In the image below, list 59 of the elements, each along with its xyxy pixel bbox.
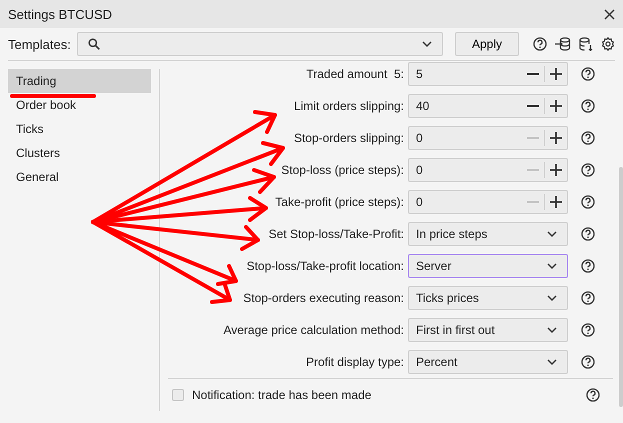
- setting-label: Limit orders slipping:: [292, 99, 405, 113]
- plus-icon[interactable]: [550, 68, 562, 80]
- chevron-down-icon: [547, 295, 557, 301]
- dropdown[interactable]: Server: [408, 254, 568, 278]
- setting-label: Stop-loss/Take-profit location:: [246, 259, 405, 273]
- help-icon[interactable]: [581, 259, 595, 273]
- number-field[interactable]: 40: [408, 94, 568, 118]
- setting-label: Traded amount 5:: [305, 67, 405, 81]
- help-icon[interactable]: [581, 195, 595, 209]
- help-icon[interactable]: [581, 227, 595, 241]
- sidebar-item[interactable]: Trading: [8, 69, 151, 93]
- number-field[interactable]: 0: [408, 158, 568, 182]
- scrollbar[interactable]: [619, 167, 623, 407]
- dropdown[interactable]: Percent: [408, 350, 568, 374]
- help-icon[interactable]: [581, 99, 595, 113]
- chevron-down-icon: [422, 41, 432, 47]
- setting-label: Stop-loss (price steps):: [280, 163, 405, 177]
- chevron-down-icon: [547, 231, 557, 237]
- apply-button[interactable]: Apply: [455, 32, 519, 56]
- database-import-icon[interactable]: [555, 37, 571, 51]
- window-title: Settings BTCUSD: [8, 6, 112, 22]
- close-icon[interactable]: [604, 8, 615, 20]
- number-field[interactable]: 0: [408, 190, 568, 214]
- setting-label: Stop-orders slipping:: [292, 131, 405, 145]
- plus-icon[interactable]: [550, 100, 562, 112]
- setting-label: Take-profit (price steps):: [274, 195, 405, 209]
- number-field[interactable]: 0: [408, 126, 568, 150]
- notification-label: Notification: trade has been made: [192, 388, 372, 402]
- dropdown[interactable]: Ticks prices: [408, 286, 568, 310]
- number-field[interactable]: 5: [408, 62, 568, 86]
- help-icon[interactable]: [581, 67, 595, 81]
- help-icon[interactable]: [581, 163, 595, 177]
- sidebar-item[interactable]: Clusters: [8, 141, 151, 165]
- help-icon[interactable]: [581, 323, 595, 337]
- chevron-down-icon: [547, 327, 557, 333]
- setting-label: Set Stop-loss/Take-Profit:: [268, 227, 405, 241]
- setting-label: Average price calculation method:: [222, 323, 405, 337]
- plus-icon[interactable]: [550, 196, 562, 208]
- search-icon: [88, 38, 100, 50]
- dropdown[interactable]: In price steps: [408, 222, 568, 246]
- sidebar-item[interactable]: Ticks: [8, 117, 151, 141]
- chevron-down-icon: [547, 263, 557, 269]
- plus-icon[interactable]: [550, 164, 562, 176]
- sidebar-item[interactable]: Order book: [8, 93, 151, 117]
- settings-icon[interactable]: [601, 37, 615, 51]
- setting-label: Stop-orders executing reason:: [242, 291, 405, 305]
- templates-label: Templates:: [8, 36, 71, 52]
- chevron-down-icon: [547, 359, 557, 365]
- help-icon[interactable]: [586, 388, 600, 402]
- checkbox[interactable]: [172, 389, 184, 401]
- plus-icon[interactable]: [550, 132, 562, 144]
- dropdown[interactable]: First in first out: [408, 318, 568, 342]
- help-icon[interactable]: [581, 355, 595, 369]
- database-export-icon[interactable]: [579, 37, 593, 51]
- help-icon[interactable]: [581, 291, 595, 305]
- help-icon[interactable]: [533, 37, 547, 51]
- help-icon[interactable]: [581, 131, 595, 145]
- setting-label: Profit display type:: [304, 355, 405, 369]
- sidebar-item[interactable]: General: [8, 165, 151, 189]
